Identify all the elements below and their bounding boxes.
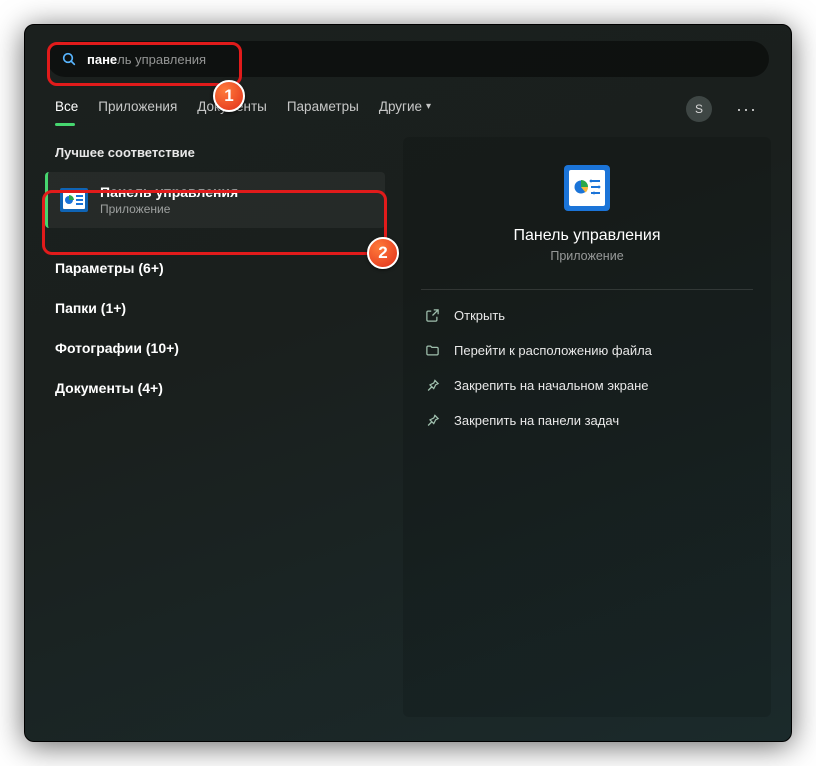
search-window: панель управления Все Приложения Докумен… [24,24,792,742]
control-panel-icon [60,188,88,212]
tab-apps[interactable]: Приложения [98,93,177,126]
preview-title: Панель управления [514,227,661,245]
tab-all[interactable]: Все [55,93,78,126]
action-open-location[interactable]: Перейти к расположению файла [421,333,753,368]
open-icon [425,308,440,323]
tab-settings[interactable]: Параметры [287,93,359,126]
preview-panel: Панель управления Приложение Открыть Пер… [403,137,771,717]
category-documents[interactable]: Документы (4+) [45,368,385,408]
tab-more[interactable]: Другие▾ [379,93,431,126]
results-column: Лучшее соответствие Панель управления Пр… [45,137,385,717]
action-pin-taskbar[interactable]: Закрепить на панели задач [421,403,753,438]
action-pin-start[interactable]: Закрепить на начальном экране [421,368,753,403]
pin-icon [425,413,440,428]
preview-app-icon [564,165,610,211]
category-photos[interactable]: Фотографии (10+) [45,328,385,368]
filter-tabs: Все Приложения Документы Параметры Други… [25,85,791,125]
action-pin-taskbar-label: Закрепить на панели задач [454,413,619,428]
preview-subtitle: Приложение [550,249,623,263]
category-folders[interactable]: Папки (1+) [45,288,385,328]
action-list: Открыть Перейти к расположению файла Зак… [421,298,753,438]
category-list: Параметры (6+) Папки (1+) Фотографии (10… [45,248,385,408]
user-avatar[interactable]: S [686,96,712,122]
search-icon [61,51,77,67]
best-match-result[interactable]: Панель управления Приложение [45,172,385,228]
action-location-label: Перейти к расположению файла [454,343,652,358]
best-match-heading: Лучшее соответствие [45,137,385,172]
action-open[interactable]: Открыть [421,298,753,333]
action-open-label: Открыть [454,308,505,323]
best-match-title: Панель управления [100,184,238,200]
divider [421,289,753,290]
category-settings[interactable]: Параметры (6+) [45,248,385,288]
search-input[interactable]: панель управления [47,41,769,77]
action-pin-start-label: Закрепить на начальном экране [454,378,649,393]
more-options-button[interactable]: ··· [732,95,761,124]
pin-icon [425,378,440,393]
search-row: панель управления [25,25,791,85]
best-match-subtitle: Приложение [100,202,238,216]
tab-documents[interactable]: Документы [197,93,267,126]
chevron-down-icon: ▾ [426,101,431,112]
folder-icon [425,343,440,358]
search-query: панель управления [87,52,206,67]
